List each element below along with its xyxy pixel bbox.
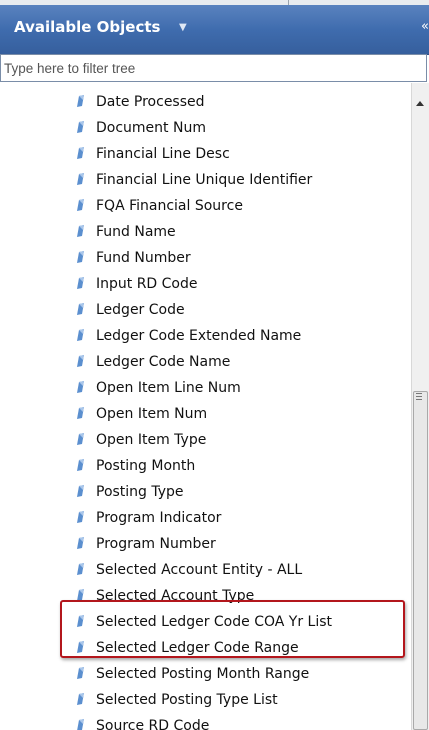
tree-item[interactable]: Program Indicator — [74, 505, 221, 531]
tree-item-label: Financial Line Unique Identifier — [96, 172, 313, 188]
tree-item-label: Selected Posting Month Range — [96, 666, 310, 682]
tree-item[interactable]: Fund Name — [74, 219, 176, 245]
tree-item-label: Source RD Code — [96, 718, 210, 730]
dimension-object-icon — [77, 355, 84, 367]
tree-item[interactable]: Posting Month — [74, 453, 195, 479]
tree-item[interactable]: Input RD Code — [74, 271, 198, 297]
tree-item-label: Selected Ledger Code COA Yr List — [96, 614, 332, 630]
tree-item-label: Posting Type — [96, 484, 184, 500]
tree-item[interactable]: Open Item Type — [74, 427, 206, 453]
dimension-object-icon — [77, 95, 84, 107]
dimension-object-icon — [77, 251, 84, 263]
panel-title[interactable]: Available Objects — [14, 0, 160, 54]
tree-item-label: Ledger Code Name — [96, 354, 231, 370]
tree-item-label: Open Item Line Num — [96, 380, 241, 396]
scrollbar-thumb[interactable] — [413, 391, 428, 730]
tree-item-label: Open Item Num — [96, 406, 208, 422]
dimension-object-icon — [77, 693, 84, 705]
dimension-object-icon — [77, 121, 84, 133]
tree-item[interactable]: Selected Posting Type List — [74, 687, 278, 713]
tree-item[interactable]: Open Item Line Num — [74, 375, 241, 401]
dimension-object-icon — [77, 589, 84, 601]
dimension-object-icon — [77, 329, 84, 341]
tree-item-label: Selected Ledger Code Range — [96, 640, 299, 656]
dimension-object-icon — [77, 459, 84, 471]
double-chevron-left-icon[interactable]: « — [421, 0, 429, 54]
tree-item[interactable]: Program Number — [74, 531, 216, 557]
dimension-object-icon — [77, 615, 84, 627]
caret-down-icon[interactable]: ▼ — [179, 0, 187, 56]
dimension-object-icon — [77, 563, 84, 575]
tree-item[interactable]: Fund Number — [74, 245, 191, 271]
dimension-object-icon — [77, 199, 84, 211]
dimension-object-icon — [77, 173, 84, 185]
dimension-object-icon — [77, 485, 84, 497]
tree-item[interactable]: Document Num — [74, 115, 206, 141]
dimension-object-icon — [77, 511, 84, 523]
object-tree: Date Processed Document Num Financial Line… — [0, 83, 411, 730]
dimension-object-icon — [77, 719, 84, 730]
tree-item[interactable]: Selected Account Type — [74, 583, 254, 609]
dimension-object-icon — [77, 381, 84, 393]
dimension-object-icon — [77, 433, 84, 445]
dimension-object-icon — [77, 303, 84, 315]
dimension-object-icon — [77, 277, 84, 289]
tree-item-label: Selected Account Type — [96, 588, 255, 604]
tree-item[interactable]: Date Processed — [74, 89, 205, 115]
tree-item[interactable]: FQA Financial Source — [74, 193, 243, 219]
tree-item-label: Program Indicator — [96, 510, 222, 526]
tree-item-label: Ledger Code — [96, 302, 185, 318]
dimension-object-icon — [77, 147, 84, 159]
tree-item-label: Selected Account Entity - ALL — [96, 562, 303, 578]
tree-item[interactable]: Selected Ledger Code Range — [74, 635, 299, 661]
tree-item-label: Financial Line Desc — [96, 146, 230, 162]
tree-item[interactable]: Source RD Code — [74, 713, 209, 730]
dimension-object-icon — [77, 537, 84, 549]
tree-item[interactable]: Posting Type — [74, 479, 184, 505]
tree-item-label: Open Item Type — [96, 432, 207, 448]
tree-item-label: FQA Financial Source — [96, 198, 243, 214]
dimension-object-icon — [77, 667, 84, 679]
tree-item-label: Ledger Code Extended Name — [96, 328, 302, 344]
tree-item-label: Posting Month — [96, 458, 196, 474]
panel-header: Available Objects ▼ « — [0, 0, 429, 55]
tree-item-label: Date Processed — [96, 94, 205, 110]
tree-item-label: Selected Posting Type List — [96, 692, 278, 708]
tree-item[interactable]: Ledger Code Extended Name — [74, 323, 301, 349]
tree-item[interactable]: Selected Account Entity - ALL — [74, 557, 302, 583]
tree-item[interactable]: Financial Line Unique Identifier — [74, 167, 312, 193]
tree-item-label: Fund Number — [96, 250, 191, 266]
tree-item-label: Input RD Code — [96, 276, 198, 292]
tree-item-label: Document Num — [96, 120, 206, 136]
tree-item[interactable]: Ledger Code — [74, 297, 185, 323]
vertical-scrollbar[interactable] — [411, 83, 429, 730]
tree-item-label: Fund Name — [96, 224, 176, 240]
available-objects-panel: Available Objects ▼ « Date Processed Docu… — [0, 0, 429, 730]
dimension-object-icon — [77, 641, 84, 653]
tree-item-label: Program Number — [96, 536, 216, 552]
tree-item[interactable]: Financial Line Desc — [74, 141, 230, 167]
tree-item[interactable]: Open Item Num — [74, 401, 207, 427]
filter-tree-input[interactable] — [0, 54, 427, 82]
tree-item[interactable]: Selected Posting Month Range — [74, 661, 309, 687]
tree-item[interactable]: Selected Ledger Code COA Yr List — [74, 609, 332, 635]
tree-item[interactable]: Ledger Code Name — [74, 349, 230, 375]
scroll-up-arrow-icon[interactable] — [416, 101, 424, 106]
scrollbar-grip-icon — [416, 393, 422, 394]
dimension-object-icon — [77, 407, 84, 419]
dimension-object-icon — [77, 225, 84, 237]
